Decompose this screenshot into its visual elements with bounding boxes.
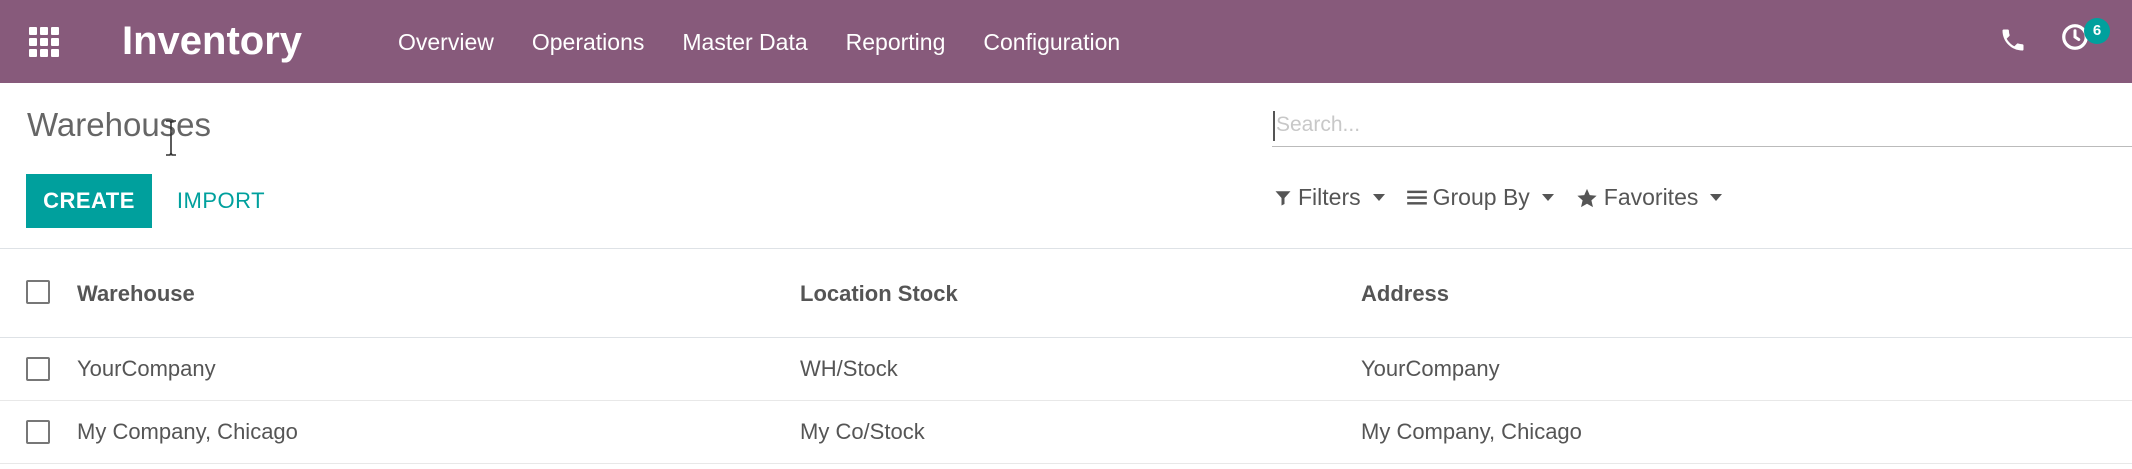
import-button[interactable]: IMPORT	[160, 174, 282, 228]
select-all-checkbox[interactable]	[26, 280, 50, 304]
menu-item-operations[interactable]: Operations	[513, 22, 664, 62]
table-row[interactable]: YourCompany WH/Stock YourCompany	[0, 338, 2132, 401]
list-icon	[1406, 189, 1427, 207]
row-checkbox[interactable]	[26, 420, 50, 444]
top-navbar: Inventory Overview Operations Master Dat…	[0, 0, 2132, 83]
group-by-dropdown[interactable]: Group By	[1406, 184, 1554, 211]
search-input[interactable]	[1272, 103, 2132, 147]
location-stock-cell: My Co/Stock	[800, 419, 925, 444]
column-header-address[interactable]: Address	[1361, 280, 1449, 308]
favorites-label: Favorites	[1603, 184, 1699, 210]
breadcrumb: Warehouses	[27, 106, 212, 143]
menu-item-reporting[interactable]: Reporting	[827, 22, 965, 62]
warehouse-cell: My Company, Chicago	[77, 419, 298, 444]
menu-item-master-data[interactable]: Master Data	[663, 22, 826, 62]
phone-icon[interactable]	[1999, 26, 2027, 54]
address-cell: YourCompany	[1361, 356, 1500, 381]
apps-grid-icon[interactable]	[26, 24, 62, 60]
location-stock-cell: WH/Stock	[800, 356, 898, 381]
activity-count-badge: 6	[2084, 18, 2110, 44]
favorites-dropdown[interactable]: Favorites	[1576, 184, 1723, 211]
address-cell: My Company, Chicago	[1361, 419, 1582, 444]
text-cursor-icon	[166, 120, 176, 156]
group-by-label: Group By	[1432, 184, 1530, 210]
chevron-down-icon	[1710, 194, 1723, 201]
warehouse-list: Warehouse Location Stock Address YourCom…	[0, 250, 2132, 464]
control-panel: Warehouses CREATE IMPORT Filters Group B…	[0, 83, 2132, 249]
main-menu: Overview Operations Master Data Reportin…	[398, 22, 1139, 62]
row-checkbox[interactable]	[26, 357, 50, 381]
filters-dropdown[interactable]: Filters	[1274, 184, 1385, 211]
column-header-warehouse[interactable]: Warehouse	[77, 280, 195, 308]
warehouse-cell: YourCompany	[77, 356, 216, 381]
menu-item-overview[interactable]: Overview	[398, 22, 513, 62]
app-title[interactable]: Inventory	[122, 16, 302, 66]
column-header-location-stock[interactable]: Location Stock	[800, 280, 958, 308]
star-icon	[1576, 187, 1598, 209]
filters-label: Filters	[1298, 184, 1361, 210]
filter-icon	[1274, 189, 1292, 207]
text-caret	[1273, 111, 1275, 141]
create-button[interactable]: CREATE	[26, 174, 152, 228]
chevron-down-icon	[1372, 194, 1385, 201]
table-header-row: Warehouse Location Stock Address	[0, 250, 2132, 338]
table-row[interactable]: My Company, Chicago My Co/Stock My Compa…	[0, 401, 2132, 464]
search-options: Filters Group By Favorites	[1274, 184, 1723, 211]
menu-item-configuration[interactable]: Configuration	[964, 22, 1139, 62]
chevron-down-icon	[1541, 194, 1554, 201]
